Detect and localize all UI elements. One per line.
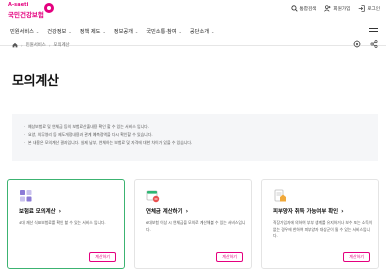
notice-item: 예상보험료 및 연체금 등의 보험료산출내용 확인 할 수 있는 서비스 입니다… [24,123,366,131]
card-description: 4대 재산 식표보험료를 확인 할 수 있는 서비스 입니다. [19,220,106,225]
search-link-label: 통합검색 [299,6,317,12]
chevron-right-icon: › [341,207,344,215]
chevron-down-icon: ⌄ [102,28,106,34]
calculate-button[interactable]: 계산하기 [89,252,116,262]
gnb-item-label: 국민소통·참여 [146,28,177,35]
card-title[interactable]: 연체금 계산하기 › [146,207,189,216]
gnb-item-label: 정보공개 [113,28,133,35]
calculate-button[interactable]: 계산하기 [343,252,370,262]
chevron-right-icon: › [48,42,51,48]
notice-item: 본 내용은 모의계산 결과입니다. 실제 납부, 연체하는 보험료 및 자격에 … [24,139,366,147]
gnb-item-label: 건강정보 [47,28,67,35]
gnb-item-participation[interactable]: 국민소통·참여 ⌄ [142,26,186,36]
gnb-item-policy[interactable]: 정책 제도 ⌄ [76,26,110,36]
gnb-item-disclosure[interactable]: 정보공개 ⌄ [110,26,142,36]
join-link[interactable]: 회원가입 [324,5,350,12]
card-premium-calculation[interactable]: 보험료 모의계산 › 4대 재산 식표보험료를 확인 할 수 있는 서비스 입니다… [7,179,125,269]
page-tools [353,40,378,48]
site-header: A-saeti 국민건강보험 통합검색 회원가입 로그인 민원서비스 ⌄ 건강정보… [0,0,386,46]
chevron-right-icon: › [21,42,23,48]
calculator-icon [20,190,32,202]
card-title[interactable]: 보험료 모의계산 › [19,207,62,216]
home-icon[interactable] [12,42,18,48]
utility-menu: 통합검색 회원가입 로그인 [290,5,380,12]
card-dependent-eligibility[interactable]: 피부양자 취득 가능여부 확인 › 직장가입자에 의하여 부부 생계를 유지하거나… [261,179,379,269]
gnb-item-about[interactable]: 공단소개 ⌄ [186,26,218,36]
notice-box: 예상보험료 및 연체금 등의 보험료산출내용 확인 할 수 있는 서비스 입니다… [12,114,378,161]
chevron-down-icon: ⌄ [211,28,215,34]
card-title-text: 피부양자 취득 가능여부 확인 [273,209,339,215]
page-title: 모의계산 [12,74,59,89]
gnb-item-label: 정책 제도 [79,28,101,35]
user-plus-icon [324,5,332,12]
calculate-button[interactable]: 계산하기 [216,252,243,262]
overdue-calendar-icon [146,190,160,203]
chevron-right-icon: › [185,207,189,215]
card-title-text: 연체금 계산하기 [146,209,183,215]
logo-small-text: A-saeti [8,2,29,8]
dependent-document-icon [274,189,286,202]
global-navigation: 민원서비스 ⌄ 건강정보 ⌄ 정책 제도 ⌄ 정보공개 ⌄ 국민소통·참여 ⌄ 공단소개 ⌄ [6,26,218,36]
chevron-down-icon: ⌄ [35,28,40,34]
print-icon[interactable] [353,40,361,48]
join-link-label: 회원가입 [333,6,351,12]
share-icon[interactable] [370,40,378,48]
breadcrumb-level2[interactable]: 모의계산 [53,42,69,48]
search-link[interactable]: 통합검색 [290,5,317,12]
chevron-down-icon: ⌄ [178,28,182,34]
notice-item: 요양, 의무영리 등 제도개정내용과 관계 예측정액을 다시 확인할 수 있습니… [24,131,366,139]
chevron-down-icon: ⌄ [134,28,139,34]
card-overdue-calculation[interactable]: 연체금 계산하기 › 6대보험 이상 시 연체금을 모의로 계산해볼 수 있는 서… [134,179,252,269]
card-description: 직장가입자에 의하여 부부 생계를 유지하거나 보수 또는 소득이 없는 경우에… [273,220,373,238]
breadcrumb: › 민원서비스 › 모의계산 [12,42,70,48]
search-icon [290,5,298,12]
menu-icon[interactable] [369,26,378,35]
gnb-item-health-info[interactable]: 건강정보 ⌄ [43,26,75,36]
login-link-label: 로그인 [367,6,380,12]
breadcrumb-level1[interactable]: 민원서비스 [26,42,46,48]
login-link[interactable]: 로그인 [358,5,380,12]
card-title[interactable]: 피부양자 취득 가능여부 확인 › [273,207,344,216]
card-description: 6대보험 이상 시 연체금을 모의로 계산해볼 수 있는 서비스입니다. [146,220,246,232]
site-logo[interactable]: A-saeti 국민건강보험 [8,2,54,19]
gnb-item-label: 민원서비스 [10,28,34,35]
card-title-text: 보험료 모의계산 [19,209,56,215]
chevron-down-icon: ⌄ [68,28,72,34]
logo-mark-icon [44,3,54,13]
chevron-right-icon: › [58,207,62,215]
login-icon [359,5,365,12]
gnb-item-label: 공단소개 [189,28,209,35]
gnb-item-civil-service[interactable]: 민원서비스 ⌄ [6,26,43,36]
logo-name: 국민건강보험 [8,11,44,19]
